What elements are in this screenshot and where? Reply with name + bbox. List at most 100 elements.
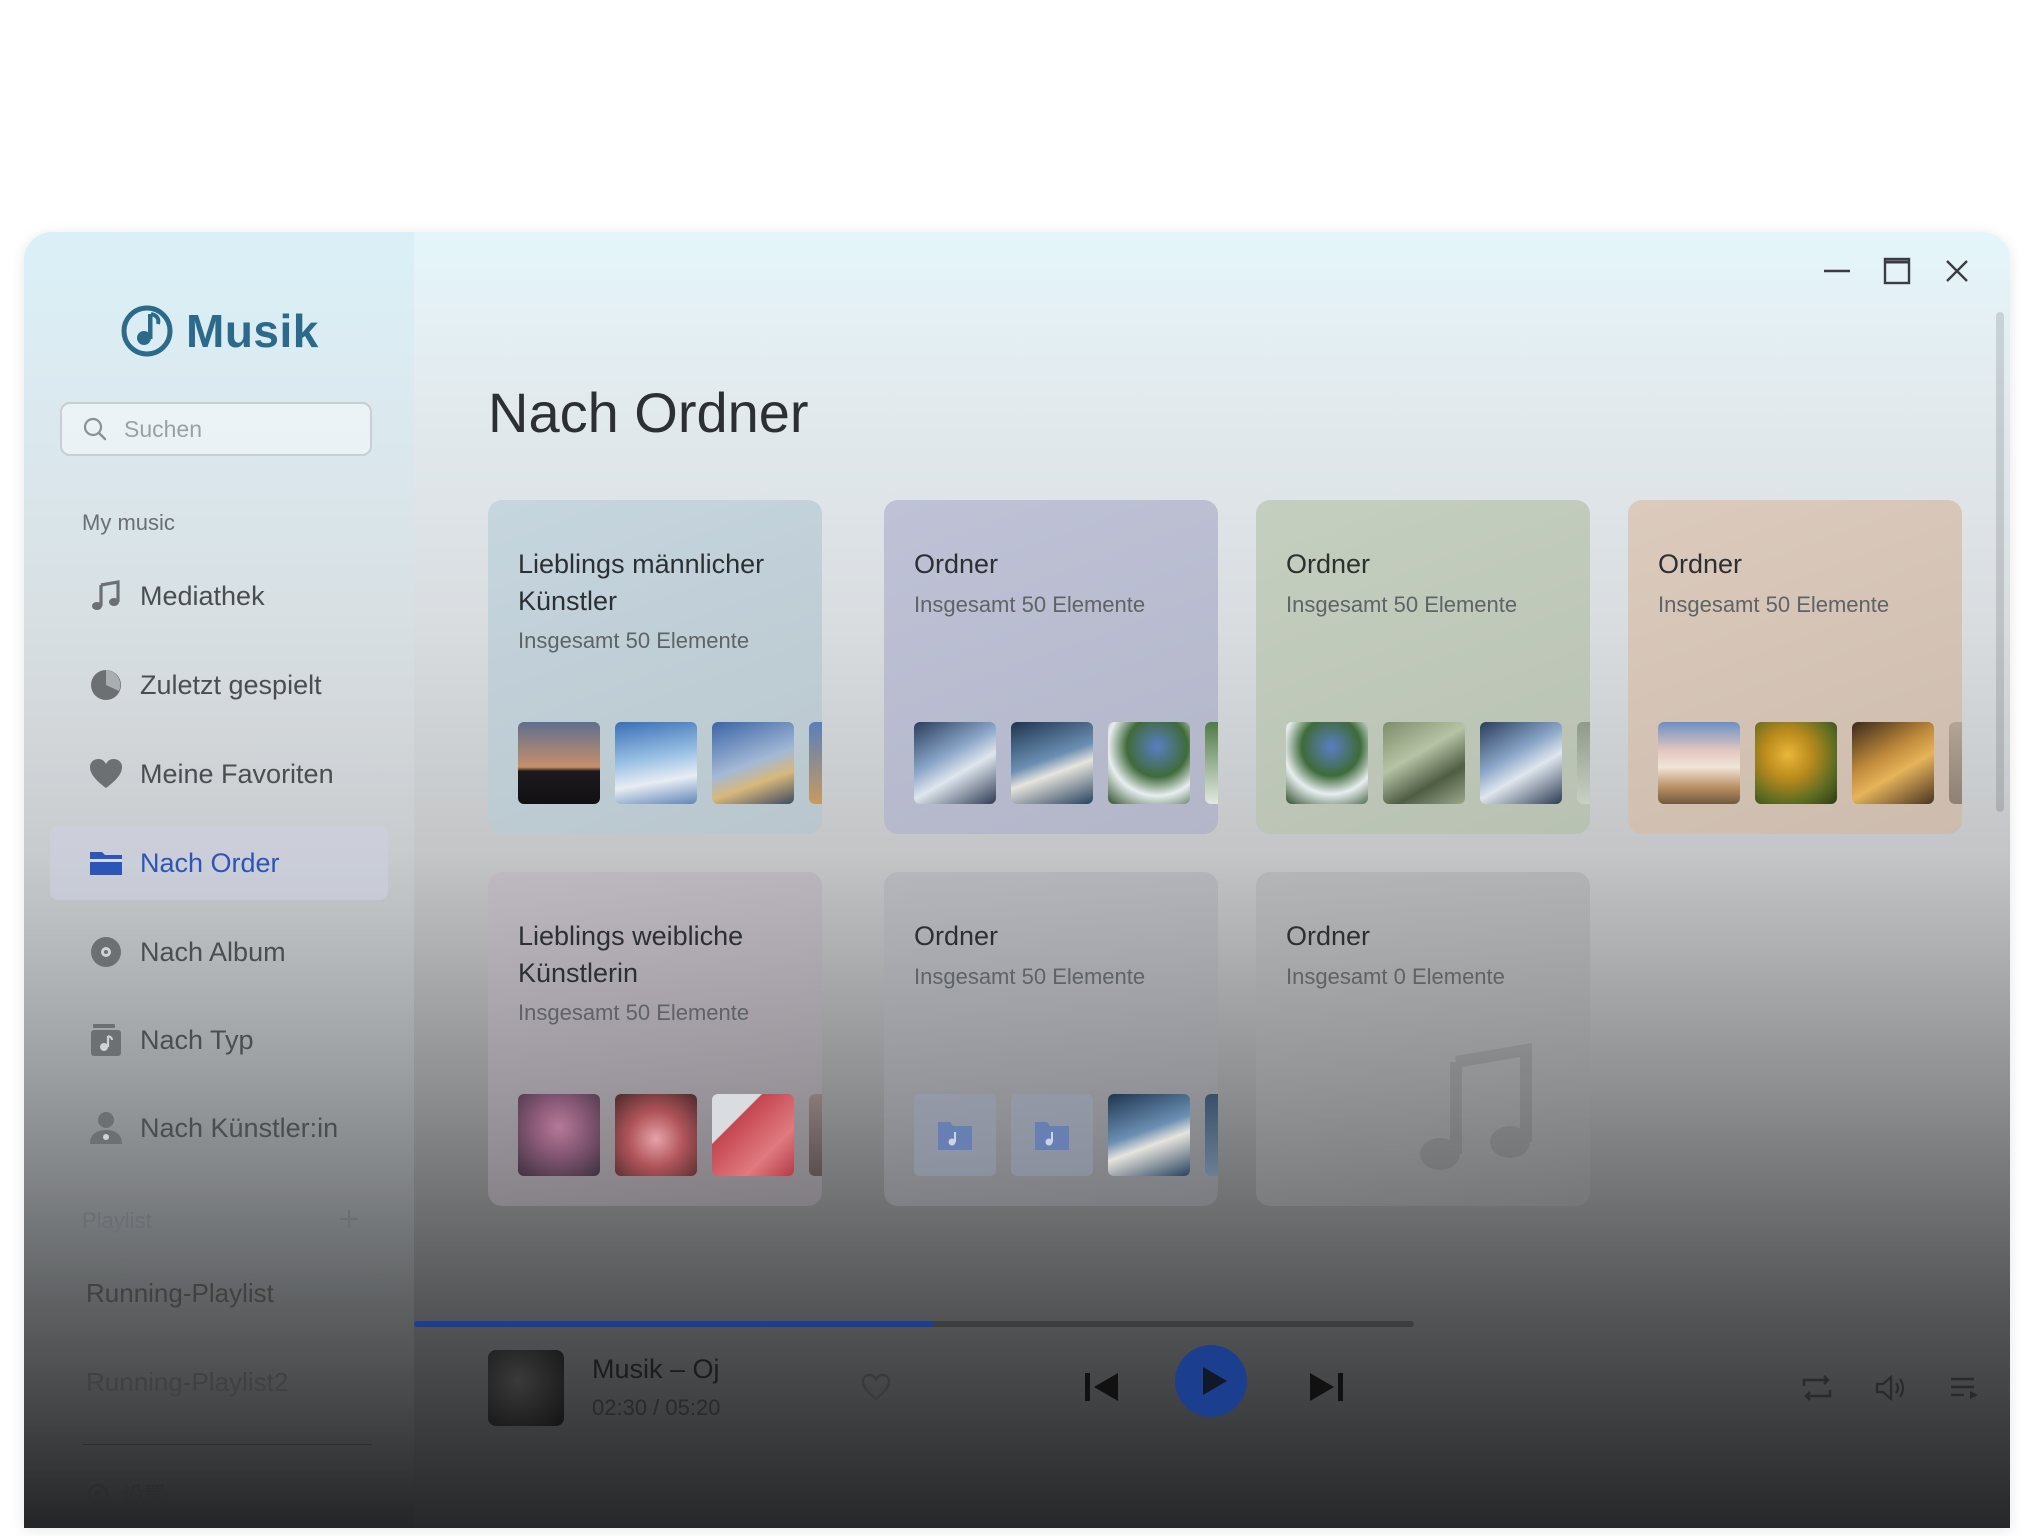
play-button[interactable] [1174, 1344, 1248, 1418]
section-label-my-music: My music [82, 510, 175, 535]
album-thumbnail [1949, 722, 1962, 804]
settings-label: 设置 [122, 1483, 167, 1508]
card-title: Lieblings männlicher Künstler [518, 549, 765, 616]
app-logo: Musik [120, 304, 319, 358]
repeat-icon[interactable] [1800, 1374, 1834, 1402]
album-thumbnail [809, 1094, 822, 1176]
music-folder-icon [938, 1122, 972, 1150]
folder-icon [90, 852, 122, 875]
sidebar-item-label: Nach Album [140, 936, 286, 967]
card-title: Ordner [914, 549, 999, 579]
gear-icon [88, 1484, 108, 1504]
card-subtitle: Insgesamt 50 Elemente [914, 592, 1146, 617]
card-subtitle: Insgesamt 50 Elemente [914, 964, 1146, 989]
sidebar-item-meine-favoriten[interactable]: Meine Favoriten [50, 737, 388, 811]
scrollbar[interactable] [1996, 312, 2004, 812]
sidebar-item-label: Nach Order [140, 847, 280, 878]
album-thumbnail [1658, 722, 1740, 804]
folder-thumbnail [914, 1094, 996, 1176]
album-thumbnail [1286, 722, 1368, 804]
folder-card[interactable]: Lieblings männlicher Künstler Insgesamt … [488, 500, 822, 834]
disc-icon [91, 937, 121, 967]
minimize-icon[interactable] [1820, 254, 1854, 288]
folder-card[interactable]: Lieblings weibliche Künstlerin Insgesamt… [488, 872, 822, 1206]
album-thumbnail [1755, 722, 1837, 804]
folder-card[interactable]: Ordner Insgesamt 0 Elemente [1256, 872, 1590, 1206]
thumbnail-strip [914, 1094, 1218, 1176]
card-subtitle: Insgesamt 0 Elemente [1286, 964, 1505, 989]
previous-track-icon[interactable] [1082, 1368, 1122, 1406]
album-thumbnail [914, 722, 996, 804]
heart-icon [90, 759, 122, 788]
app-name: Musik [186, 305, 319, 357]
sidebar-item-label: Meine Favoriten [140, 758, 334, 789]
playback-progress-bar[interactable] [414, 1321, 1414, 1327]
now-playing-album-art[interactable] [488, 1350, 564, 1426]
music-note-icon [92, 580, 120, 610]
card-title: Ordner [1286, 549, 1371, 579]
album-thumbnail [1205, 1094, 1218, 1176]
card-title: Ordner [1658, 549, 1743, 579]
music-logo-icon [121, 305, 173, 357]
music-folder-icon [1035, 1122, 1069, 1150]
album-thumbnail [1205, 722, 1218, 804]
volume-icon[interactable] [1874, 1374, 1908, 1402]
folder-card[interactable]: Ordner Insgesamt 50 Elemente [884, 500, 1218, 834]
playback-progress-fill [414, 1321, 934, 1327]
playlist-queue-icon[interactable] [1948, 1374, 1982, 1402]
album-thumbnail [1383, 722, 1465, 804]
sidebar-item-label: Nach Künstler:in [140, 1112, 339, 1143]
settings-item[interactable]: 设置 [86, 1478, 166, 1510]
add-playlist-icon[interactable] [338, 1208, 360, 1230]
sidebar-item-label: Nach Typ [140, 1024, 254, 1055]
sidebar-item-label: Zuletzt gespielt [140, 669, 322, 700]
album-thumbnail [518, 1094, 600, 1176]
thumbnail-strip [518, 722, 822, 804]
search-input[interactable] [122, 414, 356, 444]
card-title: Lieblings weibliche Künstlerin [518, 921, 744, 988]
like-heart-icon[interactable] [860, 1372, 892, 1402]
folder-thumbnail [1011, 1094, 1093, 1176]
sidebar-item-nach-order[interactable]: Nach Order [50, 826, 388, 900]
music-file-icon [91, 1024, 121, 1056]
card-subtitle: Insgesamt 50 Elemente [1658, 592, 1890, 617]
folder-card[interactable]: Ordner Insgesamt 50 Elemente [1628, 500, 1962, 834]
sidebar-item-nach-album[interactable]: Nach Album [50, 915, 388, 989]
album-thumbnail [615, 1094, 697, 1176]
app-window: Musik My music Mediathek Zule [24, 232, 2010, 1528]
folder-card[interactable]: Ordner Insgesamt 50 Elemente [1256, 500, 1590, 834]
clock-icon [91, 670, 121, 700]
sidebar-item-nach-kuenstler[interactable]: Nach Künstler:in [50, 1091, 388, 1165]
album-thumbnail [1011, 722, 1093, 804]
window-controls [1794, 254, 1974, 288]
maximize-icon[interactable] [1880, 254, 1914, 288]
sidebar-item-label: Mediathek [140, 580, 265, 611]
album-thumbnail [1480, 722, 1562, 804]
card-subtitle: Insgesamt 50 Elemente [518, 1000, 750, 1025]
card-subtitle: Insgesamt 50 Elemente [1286, 592, 1518, 617]
search-icon [83, 417, 107, 441]
section-label-playlist: Playlist [82, 1208, 152, 1233]
sidebar-item-zuletzt-gespielt[interactable]: Zuletzt gespielt [50, 648, 388, 722]
thumbnail-strip [914, 722, 1218, 804]
music-note-icon [1420, 1042, 1532, 1170]
sidebar: Musik My music Mediathek Zule [24, 232, 414, 1528]
album-thumbnail [1852, 722, 1934, 804]
now-playing-title: Musik – Oj [592, 1354, 720, 1384]
close-icon[interactable] [1940, 254, 1974, 288]
card-title: Ordner [1286, 921, 1371, 951]
folder-card[interactable]: Ordner Insgesamt 50 Elemente [884, 872, 1218, 1206]
playlist-item[interactable]: Running-Playlist [86, 1278, 274, 1309]
sidebar-item-nach-typ[interactable]: Nach Typ [50, 1003, 388, 1077]
next-track-icon[interactable] [1306, 1368, 1346, 1406]
search-box[interactable] [60, 402, 372, 456]
playlist-item[interactable]: Running-Playlist2 [86, 1367, 288, 1398]
album-thumbnail [518, 722, 600, 804]
now-playing-time: 02:30 / 05:20 [592, 1395, 721, 1420]
card-subtitle: Insgesamt 50 Elemente [518, 628, 750, 653]
sidebar-item-mediathek[interactable]: Mediathek [50, 559, 388, 633]
page-title: Nach Ordner [488, 381, 809, 444]
thumbnail-strip [1658, 722, 1962, 804]
album-thumbnail [1577, 722, 1590, 804]
album-thumbnail [615, 722, 697, 804]
